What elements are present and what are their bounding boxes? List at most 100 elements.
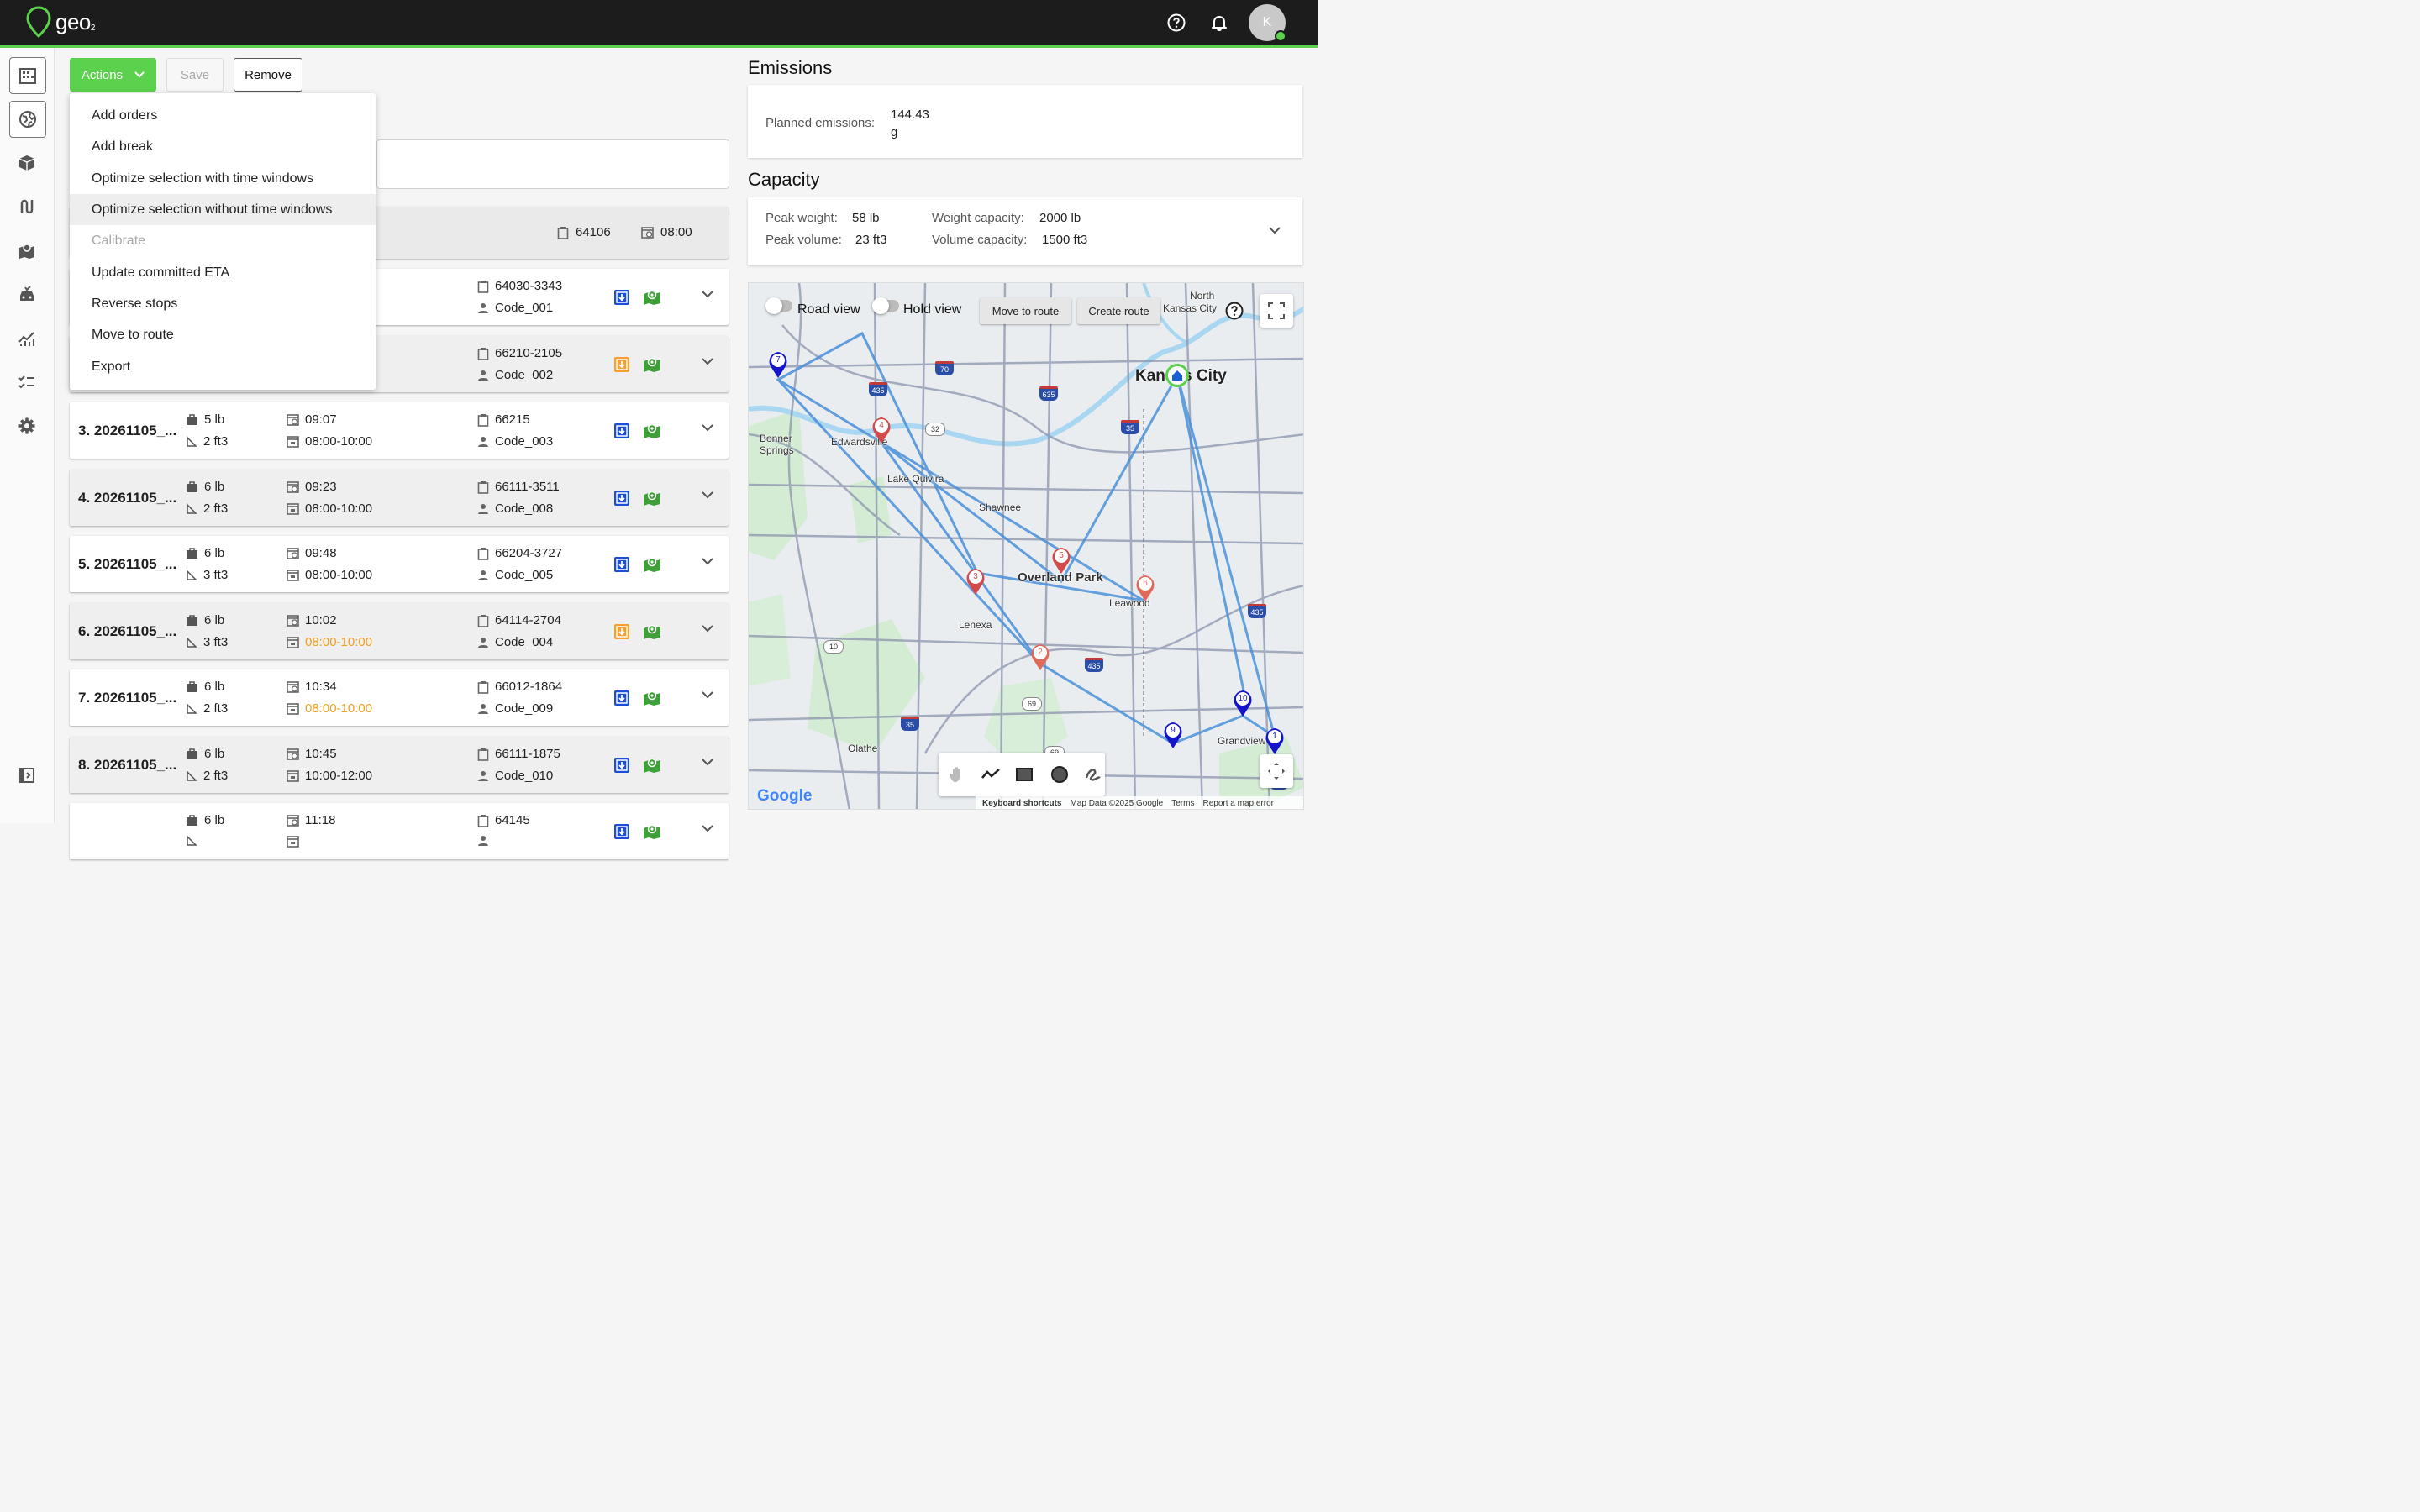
freehand-tool-icon[interactable] xyxy=(1083,764,1103,785)
show-on-map-icon[interactable] xyxy=(643,289,661,306)
logo-text: geo xyxy=(55,8,91,34)
help-icon[interactable] xyxy=(1166,13,1186,33)
peak-weight-label: Peak weight: xyxy=(765,211,838,225)
pickup-stop-icon[interactable] xyxy=(613,690,630,706)
depot-marker[interactable] xyxy=(1165,364,1189,387)
save-button[interactable]: Save xyxy=(166,58,224,92)
circle-tool-icon[interactable] xyxy=(1050,764,1070,785)
move-to-route-button[interactable]: Move to route xyxy=(980,297,1071,324)
pickup-stop-icon[interactable] xyxy=(613,556,630,573)
show-on-map-icon[interactable] xyxy=(643,556,661,573)
sidebar-item-map[interactable] xyxy=(9,233,45,268)
table-row[interactable]: 7. 20261105_... 6 lb 2 ft3 10:34 08:00-10:00… xyxy=(70,669,729,726)
sidebar-item-analytics[interactable] xyxy=(9,321,45,356)
pin-number: 2 xyxy=(1038,648,1043,657)
report-map-error-link[interactable]: Report a map error xyxy=(1202,799,1273,808)
show-on-map-icon[interactable] xyxy=(643,623,661,640)
zip-clipboard-icon xyxy=(477,347,489,360)
order-eta: 11:18 xyxy=(305,813,336,827)
show-on-map-icon[interactable] xyxy=(643,490,661,507)
pickup-stop-icon[interactable] xyxy=(613,757,630,774)
terms-link[interactable]: Terms xyxy=(1171,799,1194,808)
route-pin[interactable]: 7 xyxy=(768,350,788,379)
show-on-map-icon[interactable] xyxy=(643,356,661,373)
route-pin[interactable]: 5 xyxy=(1051,546,1071,575)
depot-time: 08:00 xyxy=(660,225,692,239)
route-pin[interactable]: 6 xyxy=(1135,574,1155,602)
table-row[interactable]: 8. 20261105_... 6 lb 2 ft3 10:45 10:00-12:00… xyxy=(70,737,729,793)
sidebar-item-buildings[interactable] xyxy=(9,57,46,94)
chevron-down-icon[interactable] xyxy=(702,358,713,365)
hold-view-toggle[interactable] xyxy=(872,297,899,314)
create-route-button[interactable]: Create route xyxy=(1077,297,1160,324)
route-pin[interactable]: 2 xyxy=(1030,643,1050,671)
menu-item-optimize-without-time-windows[interactable]: Optimize selection without time windows xyxy=(70,194,376,225)
route-pin[interactable]: 9 xyxy=(1163,721,1183,749)
pickup-stop-icon[interactable] xyxy=(613,289,630,306)
user-avatar[interactable]: K xyxy=(1249,4,1286,42)
remove-button[interactable]: Remove xyxy=(234,58,302,92)
chevron-down-icon[interactable] xyxy=(702,825,713,832)
hand-pan-icon[interactable] xyxy=(947,764,967,785)
pickup-stop-icon[interactable] xyxy=(613,423,630,439)
sidebar-item-routes[interactable] xyxy=(9,189,45,224)
map-pan-control[interactable] xyxy=(1260,754,1293,788)
dropoff-stop-icon[interactable] xyxy=(613,356,630,373)
menu-item-reverse-stops[interactable]: Reverse stops xyxy=(70,288,376,319)
fullscreen-button[interactable] xyxy=(1260,294,1293,328)
chevron-down-icon[interactable] xyxy=(702,759,713,766)
table-row[interactable]: 6 lb 11:18 64145 xyxy=(70,803,729,859)
sidebar-collapse-button[interactable] xyxy=(9,758,45,793)
menu-item-add-break[interactable]: Add break xyxy=(70,131,376,162)
show-on-map-icon[interactable] xyxy=(643,757,661,774)
search-input[interactable] xyxy=(376,139,729,189)
menu-item-move-to-route[interactable]: Move to route xyxy=(70,319,376,350)
menu-item-add-orders[interactable]: Add orders xyxy=(70,100,376,131)
chevron-down-icon[interactable] xyxy=(702,424,713,432)
peak-weight-value: 58 lb xyxy=(852,211,880,225)
keyboard-shortcuts-link[interactable]: Keyboard shortcuts xyxy=(982,799,1061,808)
chevron-down-icon[interactable] xyxy=(702,491,713,499)
show-on-map-icon[interactable] xyxy=(643,423,661,439)
menu-item-export[interactable]: Export xyxy=(70,351,376,382)
table-row[interactable]: 3. 20261105_... 5 lb 2 ft3 09:07 08:00-10:00… xyxy=(70,402,729,459)
route-pin[interactable]: 1 xyxy=(1265,727,1285,755)
notifications-bell-icon[interactable] xyxy=(1209,13,1229,33)
chevron-down-icon[interactable] xyxy=(1269,227,1281,234)
pickup-stop-icon[interactable] xyxy=(613,823,630,840)
order-time-window: 08:00-10:00 xyxy=(305,568,373,582)
route-pin[interactable]: 3 xyxy=(965,567,986,596)
depot-zip: 64106 xyxy=(576,225,611,239)
route-map[interactable]: North Kansas City Kansas City Bonner Spr… xyxy=(748,282,1304,810)
table-row[interactable]: 6. 20261105_... 6 lb 3 ft3 10:02 08:00-10:00… xyxy=(70,603,729,659)
road-view-toggle[interactable] xyxy=(765,297,792,314)
order-volume: 3 ft3 xyxy=(203,635,229,649)
table-row[interactable]: 4. 20261105_... 6 lb 2 ft3 09:23 08:00-10:00… xyxy=(70,470,729,526)
highway-shield: 32 xyxy=(925,423,945,436)
actions-dropdown-button[interactable]: Actions xyxy=(70,58,156,92)
show-on-map-icon[interactable] xyxy=(643,690,661,706)
menu-item-update-committed-eta[interactable]: Update committed ETA xyxy=(70,257,376,288)
sidebar-item-globe[interactable] xyxy=(9,101,46,138)
app-logo[interactable]: geo 2 xyxy=(25,5,95,39)
rectangle-tool-icon[interactable] xyxy=(1014,764,1034,785)
show-on-map-icon[interactable] xyxy=(643,823,661,840)
sidebar-item-settings[interactable] xyxy=(9,408,45,444)
sidebar-item-vehicles[interactable] xyxy=(9,277,45,312)
sidebar-item-packages[interactable] xyxy=(9,145,45,181)
chevron-down-icon[interactable] xyxy=(702,558,713,565)
dropoff-stop-icon[interactable] xyxy=(613,623,630,640)
menu-item-optimize-with-time-windows[interactable]: Optimize selection with time windows xyxy=(70,163,376,194)
capacity-card[interactable]: Peak weight: 58 lb Peak volume: 23 ft3 W… xyxy=(748,197,1302,265)
chevron-down-icon[interactable] xyxy=(702,291,713,298)
route-pin[interactable]: 4 xyxy=(871,416,892,444)
chevron-down-icon[interactable] xyxy=(702,625,713,633)
sidebar-item-tasks[interactable] xyxy=(9,365,45,400)
chevron-down-icon[interactable] xyxy=(702,691,713,699)
map-help-icon[interactable] xyxy=(1224,301,1244,321)
route-pin[interactable]: 10 xyxy=(1233,689,1253,717)
eta-clock-icon xyxy=(287,814,299,827)
pickup-stop-icon[interactable] xyxy=(613,490,630,507)
polyline-tool-icon[interactable] xyxy=(981,764,1001,785)
table-row[interactable]: 5. 20261105_... 6 lb 3 ft3 09:48 08:00-10:00… xyxy=(70,536,729,592)
